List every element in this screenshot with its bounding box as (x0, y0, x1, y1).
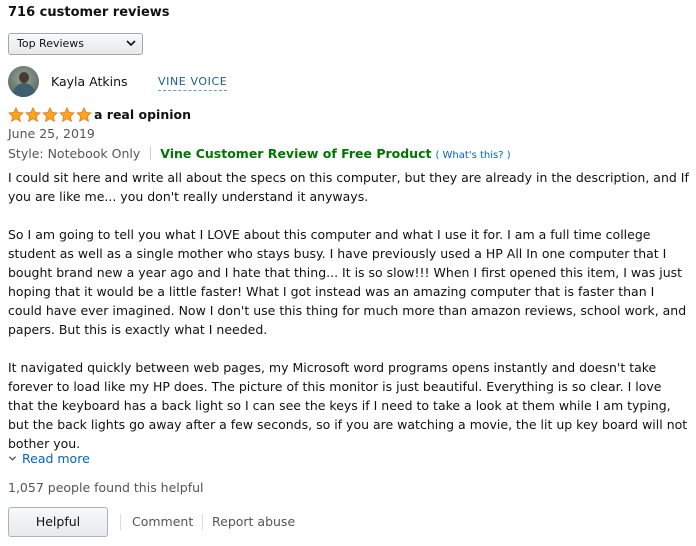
sort-selected-label: Top Reviews (17, 37, 85, 50)
star-icon (42, 107, 58, 123)
chevron-down-icon (8, 456, 17, 461)
chevron-down-icon (126, 40, 136, 47)
read-more-link[interactable]: Read more (8, 451, 90, 466)
review-paragraph: It navigated quickly between web pages, … (8, 360, 688, 451)
meta-divider (150, 146, 152, 160)
helpful-count: 1,057 people found this helpful (8, 480, 204, 495)
star-icon (8, 107, 24, 123)
review-paragraph: I could sit here and write all about the… (8, 170, 689, 204)
review-paragraph: So I am going to tell you what I LOVE ab… (8, 227, 687, 337)
helpful-button[interactable]: Helpful (8, 507, 108, 537)
whats-this-link[interactable]: ( What's this? ) (435, 150, 510, 161)
avatar[interactable] (8, 66, 39, 97)
product-style: Style: Notebook Only (8, 146, 141, 161)
action-divider (120, 514, 121, 530)
star-icon (59, 107, 75, 123)
comment-link[interactable]: Comment (132, 514, 193, 529)
star-rating[interactable] (8, 107, 92, 123)
review-meta: Style: Notebook Only Vine Customer Review… (8, 146, 511, 161)
vine-voice-badge[interactable]: VINE VOICE (158, 75, 228, 91)
action-divider (202, 514, 203, 530)
star-icon (25, 107, 41, 123)
reviews-count-heading: 716 customer reviews (8, 5, 170, 20)
reviewer-name[interactable]: Kayla Atkins (51, 74, 128, 89)
report-abuse-link[interactable]: Report abuse (212, 514, 295, 529)
read-more-label: Read more (22, 451, 90, 466)
star-icon (76, 107, 92, 123)
sort-reviews-dropdown[interactable]: Top Reviews (8, 33, 143, 55)
review-body: I could sit here and write all about the… (8, 168, 690, 472)
review-title[interactable]: a real opinion (94, 107, 191, 122)
review-date: June 25, 2019 (8, 126, 95, 141)
vine-review-label: Vine Customer Review of Free Product (160, 146, 432, 161)
